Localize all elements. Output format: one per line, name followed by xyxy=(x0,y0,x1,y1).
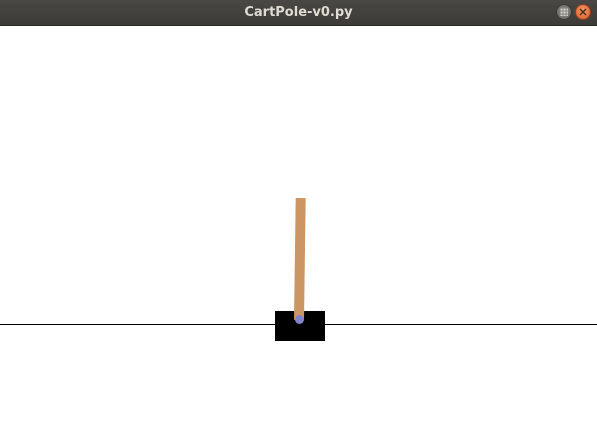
pole xyxy=(294,197,306,321)
maximize-button[interactable] xyxy=(556,4,572,20)
app-window: CartPole-v0.py xyxy=(0,0,597,423)
close-icon xyxy=(579,8,587,16)
window-titlebar[interactable]: CartPole-v0.py xyxy=(0,0,597,26)
close-button[interactable] xyxy=(575,4,591,20)
axle xyxy=(295,315,304,324)
render-canvas xyxy=(0,26,597,423)
window-title: CartPole-v0.py xyxy=(244,5,353,20)
